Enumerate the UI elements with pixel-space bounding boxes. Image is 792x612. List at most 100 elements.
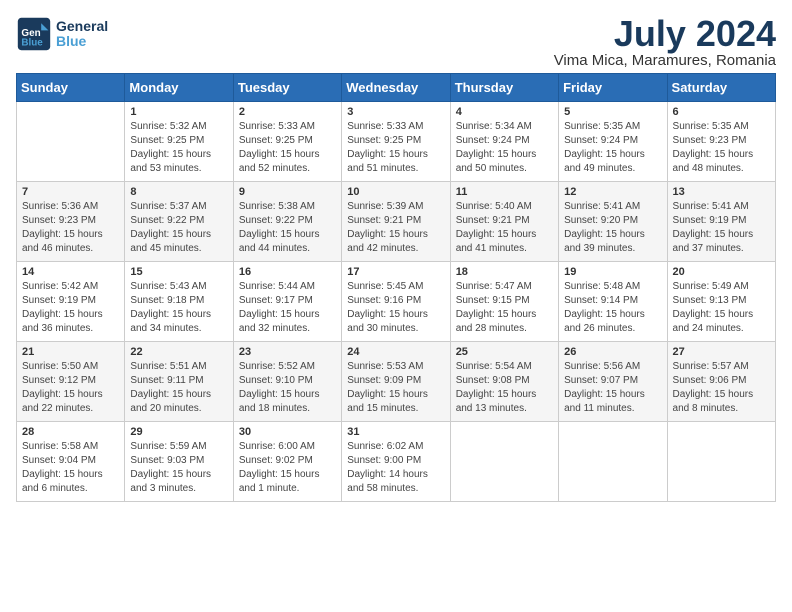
sunset-text: Sunset: 9:22 PM (130, 214, 227, 228)
day-info: Sunrise: 5:42 AMSunset: 9:19 PMDaylight:… (22, 280, 119, 336)
day-info: Sunrise: 5:39 AMSunset: 9:21 PMDaylight:… (347, 200, 444, 256)
day-number: 4 (456, 106, 553, 118)
day-number: 12 (564, 186, 661, 198)
sunrise-text: Sunrise: 5:50 AM (22, 360, 119, 374)
calendar-cell: 31 Sunrise: 6:02 AMSunset: 9:00 PMDayligh… (342, 422, 450, 502)
daylight-text: Daylight: 15 hours and 36 minutes. (22, 308, 119, 336)
calendar-week-4: 21Sunrise: 5:50 AMSunset: 9:12 PMDayligh… (17, 342, 776, 422)
sunset-text: Sunset: 9:02 PM (239, 454, 336, 468)
sunrise-text: Sunrise: 5:44 AM (239, 280, 336, 294)
day-number: 27 (673, 346, 770, 358)
calendar-cell: 19Sunrise: 5:48 AMSunset: 9:14 PMDayligh… (559, 262, 667, 342)
sunset-text: Sunset: 9:00 PM (347, 454, 444, 468)
sunrise-text: Sunrise: 5:37 AM (130, 200, 227, 214)
day-number: 9 (239, 186, 336, 198)
column-header-sunday: Sunday (17, 74, 125, 102)
sunrise-text: Sunrise: 5:32 AM (130, 120, 227, 134)
day-info: Sunrise: 5:33 AMSunset: 9:25 PMDaylight:… (239, 120, 336, 176)
sunset-text: Sunset: 9:08 PM (456, 374, 553, 388)
daylight-text: Daylight: 15 hours and 15 minutes. (347, 388, 444, 416)
sunrise-text: Sunrise: 6:00 AM (239, 440, 336, 454)
day-info: Sunrise: 5:41 AMSunset: 9:19 PMDaylight:… (673, 200, 770, 256)
day-number: 31 (347, 426, 444, 438)
daylight-text: Daylight: 15 hours and 28 minutes. (456, 308, 553, 336)
logo: Gen Blue General Blue (16, 16, 108, 52)
sunrise-text: Sunrise: 5:49 AM (673, 280, 770, 294)
sunrise-text: Sunrise: 5:59 AM (130, 440, 227, 454)
day-info: Sunrise: 5:52 AMSunset: 9:10 PMDaylight:… (239, 360, 336, 416)
calendar-header: SundayMondayTuesdayWednesdayThursdayFrid… (17, 74, 776, 102)
daylight-text: Daylight: 15 hours and 41 minutes. (456, 228, 553, 256)
day-number: 14 (22, 266, 119, 278)
calendar-cell: 20Sunrise: 5:49 AMSunset: 9:13 PMDayligh… (667, 262, 775, 342)
day-number: 24 (347, 346, 444, 358)
calendar-title: July 2024 (554, 16, 776, 52)
daylight-text: Daylight: 15 hours and 8 minutes. (673, 388, 770, 416)
day-info: Sunrise: 6:02 AMSunset: 9:00 PMDaylight:… (347, 440, 444, 496)
calendar-cell: 3Sunrise: 5:33 AMSunset: 9:25 PMDaylight… (342, 102, 450, 182)
day-info: Sunrise: 5:35 AMSunset: 9:24 PMDaylight:… (564, 120, 661, 176)
sunrise-text: Sunrise: 5:35 AM (564, 120, 661, 134)
sunset-text: Sunset: 9:14 PM (564, 294, 661, 308)
daylight-text: Daylight: 15 hours and 52 minutes. (239, 148, 336, 176)
sunset-text: Sunset: 9:19 PM (673, 214, 770, 228)
day-number: 22 (130, 346, 227, 358)
calendar-cell: 16Sunrise: 5:44 AMSunset: 9:17 PMDayligh… (233, 262, 341, 342)
daylight-text: Daylight: 15 hours and 6 minutes. (22, 468, 119, 496)
day-info: Sunrise: 5:59 AMSunset: 9:03 PMDaylight:… (130, 440, 227, 496)
day-info: Sunrise: 6:00 AMSunset: 9:02 PMDaylight:… (239, 440, 336, 496)
sunset-text: Sunset: 9:09 PM (347, 374, 444, 388)
sunset-text: Sunset: 9:23 PM (673, 134, 770, 148)
sunset-text: Sunset: 9:22 PM (239, 214, 336, 228)
day-number: 19 (564, 266, 661, 278)
day-number: 7 (22, 186, 119, 198)
daylight-text: Daylight: 15 hours and 20 minutes. (130, 388, 227, 416)
header-row: SundayMondayTuesdayWednesdayThursdayFrid… (17, 74, 776, 102)
logo-icon: Gen Blue (16, 16, 52, 52)
svg-text:Blue: Blue (21, 38, 43, 49)
sunrise-text: Sunrise: 5:45 AM (347, 280, 444, 294)
sunrise-text: Sunrise: 5:53 AM (347, 360, 444, 374)
day-number: 16 (239, 266, 336, 278)
sunset-text: Sunset: 9:13 PM (673, 294, 770, 308)
logo-line1: General (56, 19, 108, 34)
sunset-text: Sunset: 9:19 PM (22, 294, 119, 308)
daylight-text: Daylight: 15 hours and 13 minutes. (456, 388, 553, 416)
sunrise-text: Sunrise: 5:51 AM (130, 360, 227, 374)
sunrise-text: Sunrise: 5:52 AM (239, 360, 336, 374)
day-info: Sunrise: 5:36 AMSunset: 9:23 PMDaylight:… (22, 200, 119, 256)
sunset-text: Sunset: 9:12 PM (22, 374, 119, 388)
calendar-cell: 5Sunrise: 5:35 AMSunset: 9:24 PMDaylight… (559, 102, 667, 182)
day-number: 30 (239, 426, 336, 438)
daylight-text: Daylight: 15 hours and 42 minutes. (347, 228, 444, 256)
calendar-cell: 18Sunrise: 5:47 AMSunset: 9:15 PMDayligh… (450, 262, 558, 342)
sunrise-text: Sunrise: 5:57 AM (673, 360, 770, 374)
sunrise-text: Sunrise: 5:40 AM (456, 200, 553, 214)
sunrise-text: Sunrise: 5:54 AM (456, 360, 553, 374)
sunrise-text: Sunrise: 5:33 AM (347, 120, 444, 134)
sunrise-text: Sunrise: 5:56 AM (564, 360, 661, 374)
column-header-tuesday: Tuesday (233, 74, 341, 102)
page-header: Gen Blue General Blue July 2024 Vima Mic… (16, 16, 776, 69)
calendar-cell: 7 Sunrise: 5:36 AMSunset: 9:23 PMDaylight… (17, 182, 125, 262)
calendar-cell (559, 422, 667, 502)
day-number: 10 (347, 186, 444, 198)
daylight-text: Daylight: 15 hours and 46 minutes. (22, 228, 119, 256)
day-number: 20 (673, 266, 770, 278)
calendar-cell: 8Sunrise: 5:37 AMSunset: 9:22 PMDaylight… (125, 182, 233, 262)
day-number: 23 (239, 346, 336, 358)
daylight-text: Daylight: 15 hours and 51 minutes. (347, 148, 444, 176)
calendar-cell: 6Sunrise: 5:35 AMSunset: 9:23 PMDaylight… (667, 102, 775, 182)
daylight-text: Daylight: 15 hours and 32 minutes. (239, 308, 336, 336)
daylight-text: Daylight: 15 hours and 37 minutes. (673, 228, 770, 256)
daylight-text: Daylight: 15 hours and 3 minutes. (130, 468, 227, 496)
sunrise-text: Sunrise: 5:36 AM (22, 200, 119, 214)
day-info: Sunrise: 5:51 AMSunset: 9:11 PMDaylight:… (130, 360, 227, 416)
daylight-text: Daylight: 15 hours and 53 minutes. (130, 148, 227, 176)
title-block: July 2024 Vima Mica, Maramures, Romania (554, 16, 776, 69)
calendar-cell: 29Sunrise: 5:59 AMSunset: 9:03 PMDayligh… (125, 422, 233, 502)
sunset-text: Sunset: 9:04 PM (22, 454, 119, 468)
calendar-cell: 22 Sunrise: 5:51 AMSunset: 9:11 PMDayligh… (125, 342, 233, 422)
day-number: 15 (130, 266, 227, 278)
day-number: 8 (130, 186, 227, 198)
